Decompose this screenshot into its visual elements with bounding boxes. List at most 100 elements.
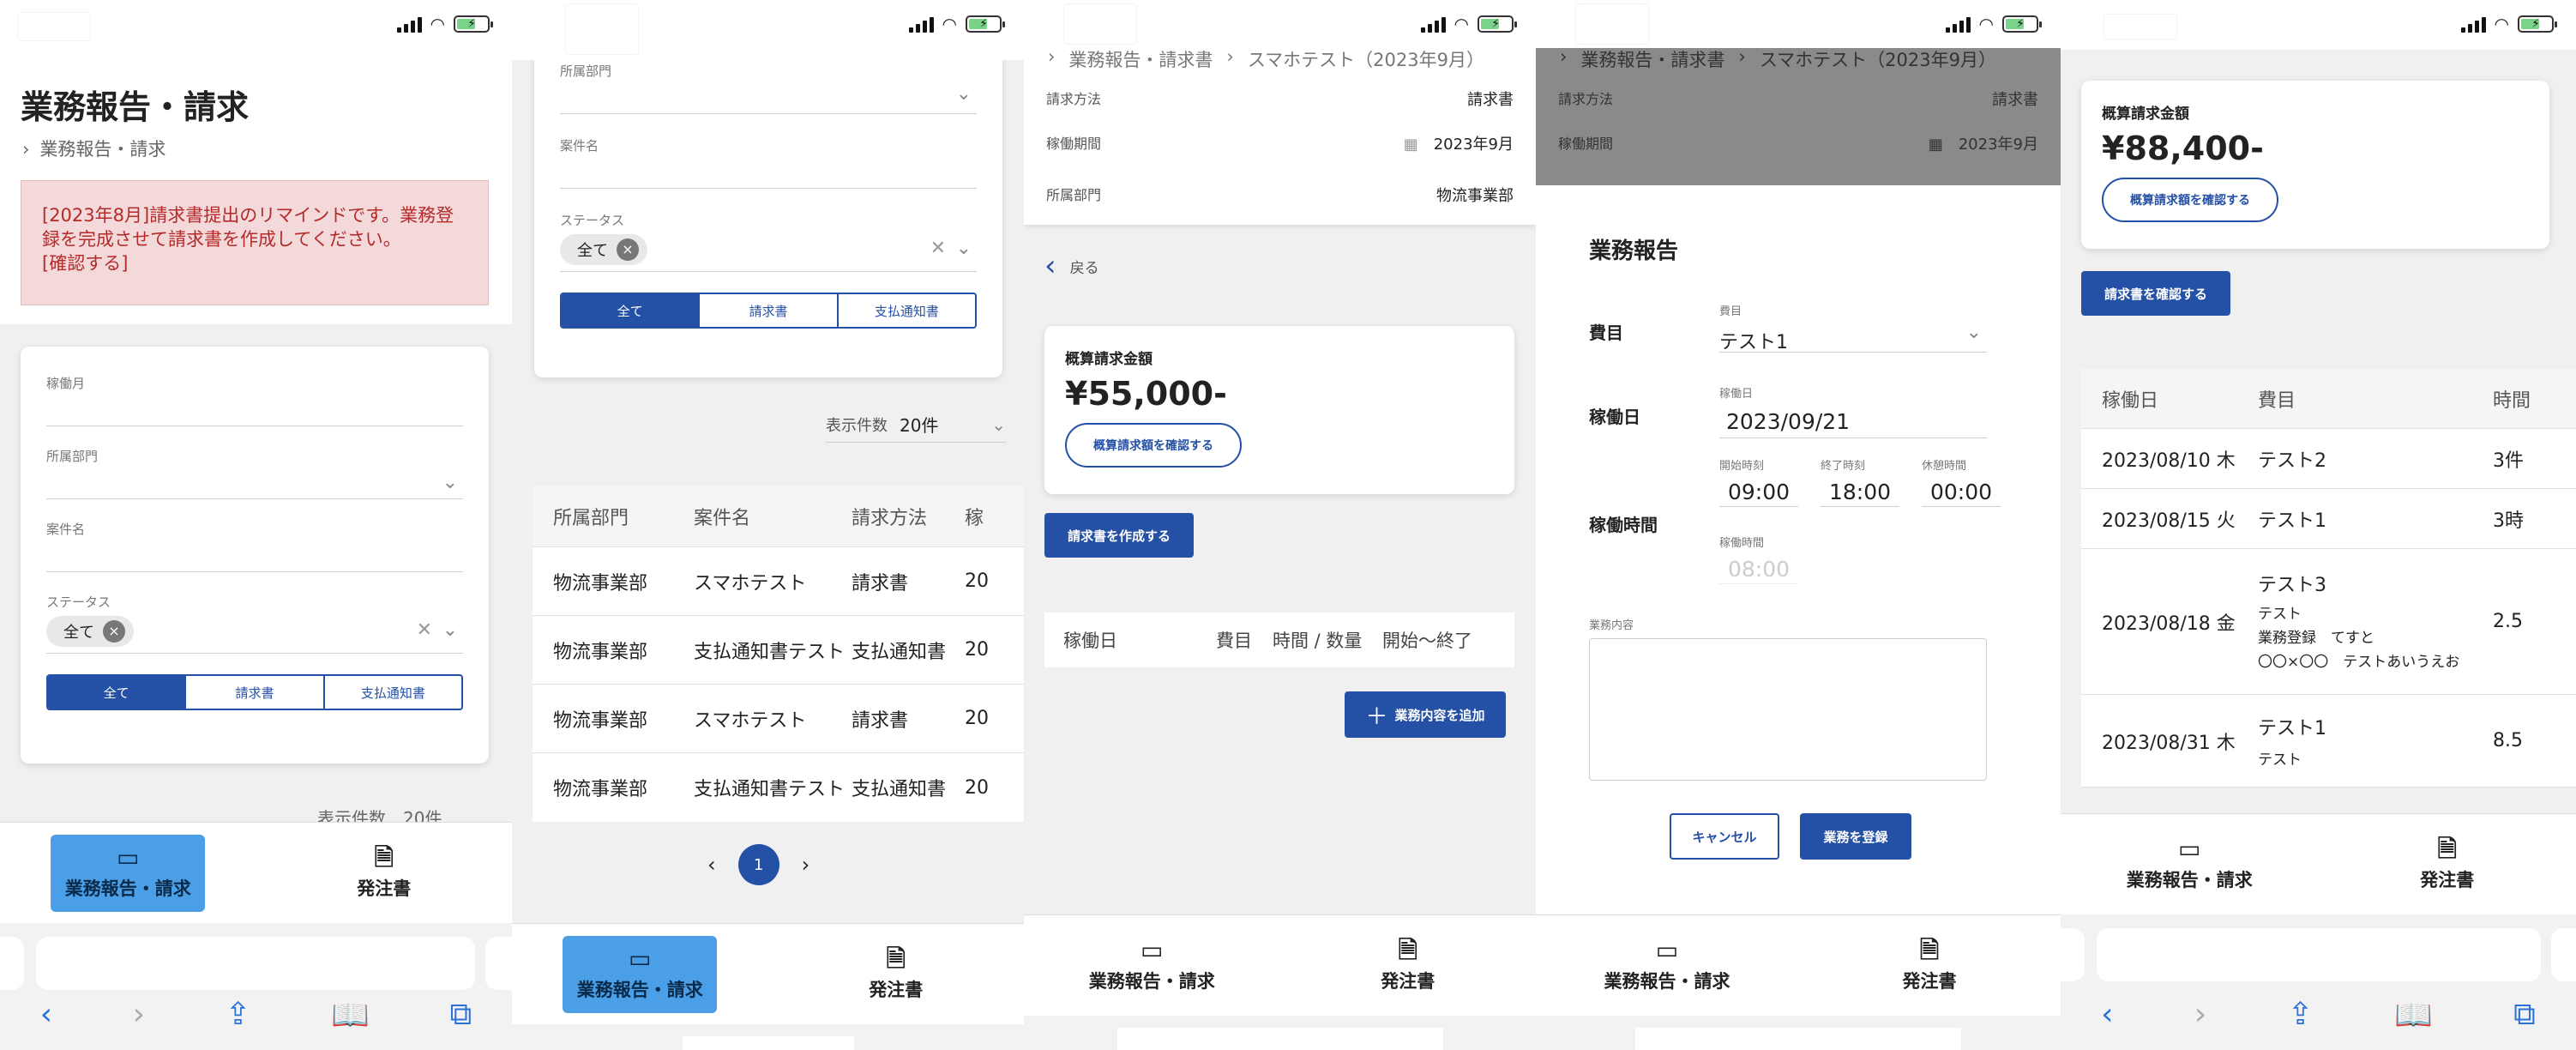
breadcrumb[interactable]: › 業務報告・請求書 › スマホテスト（2023年9月） xyxy=(1048,46,1484,72)
clear-icon[interactable]: ✕ xyxy=(417,619,432,641)
field-case[interactable]: 案件名 xyxy=(46,520,463,572)
nav-order[interactable]: 🗎 発注書 xyxy=(307,835,461,912)
cell-method: 支払通知書 xyxy=(852,779,947,800)
content-textarea[interactable] xyxy=(1589,638,1987,781)
breadcrumb-item: 業務報告・請求 xyxy=(39,139,166,160)
modal-title: 業務報告 xyxy=(1589,238,1679,264)
table-row[interactable]: 2023/08/10 木 テスト2 3件 xyxy=(2081,429,2576,489)
seg-payment[interactable]: 支払通知書 xyxy=(325,676,461,709)
confirm-estimate-button[interactable]: 概算請求額を確認する xyxy=(1065,423,1242,468)
status-chip[interactable]: 全て × xyxy=(560,234,647,265)
back-arrow-icon[interactable]: ‹ xyxy=(2101,997,2113,1033)
tab-preview-left[interactable] xyxy=(0,937,24,990)
table-row[interactable]: 2023/08/31 木 テスト1 テスト 8.5 xyxy=(2081,695,2576,788)
nav-report[interactable]: ▭ 業務報告・請求 xyxy=(51,834,206,912)
nav-order[interactable]: 🗎 発注書 xyxy=(819,936,973,1013)
add-work-button[interactable]: ＋ 業務内容を追加 xyxy=(1345,691,1506,738)
share-icon[interactable]: ⇪ xyxy=(226,997,251,1033)
seg-invoice[interactable]: 請求書 xyxy=(700,294,839,327)
tabs-icon[interactable]: ⧉ xyxy=(449,997,472,1033)
table-row[interactable]: 2023/08/18 金 テスト3 テスト 業務登録 てすと 〇〇×〇〇 テスト… xyxy=(2081,549,2576,695)
col-date: 稼働日 xyxy=(2102,389,2159,412)
home-indicator-area xyxy=(1536,1016,2061,1050)
col-item: 費目 xyxy=(1216,631,1252,651)
field-label: 所属部門 xyxy=(560,63,612,79)
confirm-invoice-button[interactable]: 請求書を確認する xyxy=(2081,271,2230,316)
field-case[interactable]: 案件名 xyxy=(560,136,977,189)
nav-order[interactable]: 🗎 発注書 xyxy=(2370,826,2525,903)
nav-label: 業務報告・請求 xyxy=(576,979,703,1000)
breadcrumb[interactable]: › 業務報告・請求 xyxy=(22,136,166,161)
content-label: 業務内容 xyxy=(1589,619,1634,632)
seg-all[interactable]: 全て xyxy=(562,294,701,327)
cell-period: 20 xyxy=(965,570,989,592)
seg-all[interactable]: 全て xyxy=(48,676,187,709)
nav-order[interactable]: 🗎 発注書 xyxy=(1852,927,2007,1005)
nav-report[interactable]: ▭ 業務報告・請求 xyxy=(563,935,718,1013)
bookmarks-icon[interactable]: 📖 xyxy=(2394,997,2433,1033)
tab-preview-right[interactable] xyxy=(485,937,512,990)
field-dept[interactable]: 所属部門 ⌄ xyxy=(46,447,463,499)
tab-preview-left[interactable] xyxy=(2061,928,2085,981)
cell-item: テスト1 xyxy=(2258,510,2326,532)
alert-confirm-link[interactable]: [確認する] xyxy=(42,253,128,274)
share-icon[interactable]: ⇪ xyxy=(2288,997,2314,1033)
nav-report[interactable]: ▭ 業務報告・請求 xyxy=(1590,927,1744,1005)
work-hours-field: 稼働時間 08:00 xyxy=(1719,534,1798,584)
table-row[interactable]: 物流事業部 支払通知書テスト 支払通知書 20 xyxy=(533,616,1024,685)
col-period: 稼 xyxy=(965,507,984,529)
label-item: 費目 xyxy=(1589,323,1623,343)
nav-order[interactable]: 🗎 発注書 xyxy=(1331,927,1485,1005)
prev-page-icon[interactable]: ‹ xyxy=(707,853,716,877)
table-row[interactable]: 物流事業部 支払通知書テスト 支払通知書 20 xyxy=(533,753,1024,822)
date-field[interactable]: 稼働日 2023/09/21 xyxy=(1719,384,1987,438)
address-bar[interactable] xyxy=(36,937,475,990)
status-chip[interactable]: 全て × xyxy=(46,616,134,647)
reminder-alert: [2023年8月]請求書提出のリマインドです。業務登録を完成させて請求書を作成し… xyxy=(21,180,489,305)
tabs-icon[interactable]: ⧉ xyxy=(2513,997,2536,1033)
field-status[interactable]: ステータス 全て × ✕ ⌄ xyxy=(560,211,977,272)
document-icon: 🗎 xyxy=(886,944,906,973)
field-status[interactable]: ステータス 全て × ✕ ⌄ xyxy=(46,593,463,654)
back-link[interactable]: ‹ 戻る xyxy=(1044,249,1099,283)
start-time-field[interactable]: 開始時刻 09:00 xyxy=(1719,456,1798,507)
clear-icon[interactable]: ✕ xyxy=(930,238,946,259)
field-dept[interactable]: 所属部門 ⌄ xyxy=(560,62,977,114)
seg-payment[interactable]: 支払通知書 xyxy=(839,294,975,327)
tab-preview-right[interactable] xyxy=(2551,928,2576,981)
table-row[interactable]: 2023/08/15 火 テスト1 3時 xyxy=(2081,489,2576,549)
break-value: 00:00 xyxy=(1929,480,1993,504)
close-icon[interactable]: × xyxy=(617,238,639,261)
wifi-icon: ◠ xyxy=(430,14,445,34)
bookmarks-icon[interactable]: 📖 xyxy=(331,997,370,1033)
cell-period: 20 xyxy=(965,708,989,729)
forward-arrow-icon[interactable]: › xyxy=(2194,997,2206,1033)
table-row[interactable]: 物流事業部 スマホテスト 請求書 20 xyxy=(533,685,1024,753)
table-row[interactable]: 物流事業部 スマホテスト 請求書 20 xyxy=(533,547,1024,616)
forward-arrow-icon[interactable]: › xyxy=(133,997,145,1033)
display-count[interactable]: 表示件数 20件 ⌄ xyxy=(826,412,1006,443)
chevron-down-icon: ⌄ xyxy=(442,472,458,493)
close-icon[interactable]: × xyxy=(103,620,125,643)
nav-report[interactable]: ▭ 業務報告・請求 xyxy=(2112,826,2266,903)
breadcrumb-item: スマホテスト（2023年9月） xyxy=(1759,50,1996,70)
item-select[interactable]: 費目 テスト1 ⌄ xyxy=(1719,302,1987,353)
create-invoice-button[interactable]: 請求書を作成する xyxy=(1044,513,1194,558)
break-time-field[interactable]: 休憩時間 00:00 xyxy=(1922,456,2001,507)
signal-icon xyxy=(1945,15,1971,33)
nav-report[interactable]: ▭ 業務報告・請求 xyxy=(1074,927,1229,1005)
screen-report-detail: ◠ ⚡ › 業務報告・請求書 › スマホテスト（2023年9月） 請求方法 請求書 稼… xyxy=(1024,0,1536,1050)
address-bar[interactable] xyxy=(2097,928,2541,981)
cell-item-detail: テスト xyxy=(2258,751,2302,769)
cell-item: テスト3 xyxy=(2258,574,2326,596)
back-arrow-icon[interactable]: ‹ xyxy=(40,997,52,1033)
cancel-button[interactable]: キャンセル xyxy=(1670,813,1779,860)
page-number[interactable]: 1 xyxy=(737,844,779,885)
seg-invoice[interactable]: 請求書 xyxy=(186,676,325,709)
end-time-field[interactable]: 終了時刻 18:00 xyxy=(1821,456,1899,507)
field-month[interactable]: 稼働月 xyxy=(46,374,463,426)
info-row: 稼働期間 ▦ 2023年9月 xyxy=(1558,132,2038,154)
next-page-icon[interactable]: › xyxy=(802,853,810,877)
register-button[interactable]: 業務を登録 xyxy=(1800,813,1911,860)
confirm-estimate-button[interactable]: 概算請求額を確認する xyxy=(2102,178,2278,222)
